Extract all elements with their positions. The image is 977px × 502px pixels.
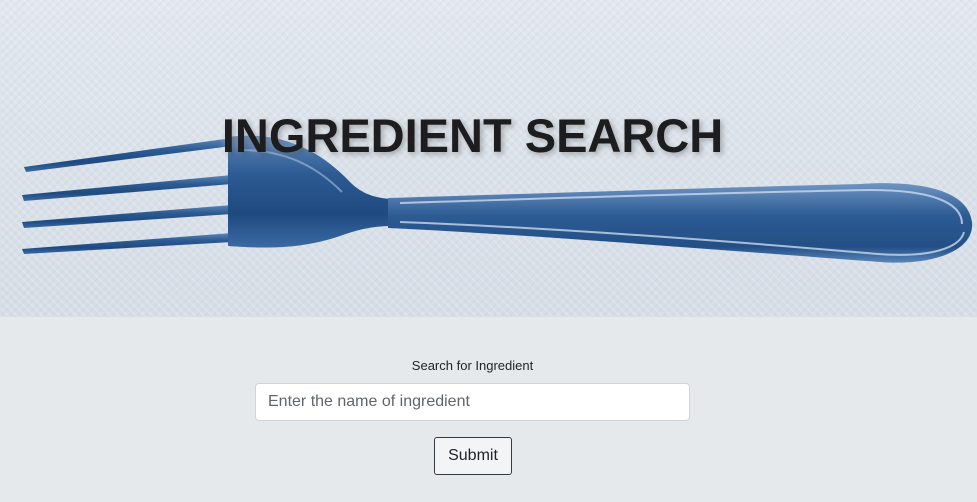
fork-tine bbox=[22, 233, 232, 254]
submit-button[interactable]: Submit bbox=[434, 437, 512, 475]
fork-tine bbox=[22, 175, 232, 201]
page-title: INGREDIENT SEARCH bbox=[221, 109, 724, 162]
search-label: Search for Ingredient bbox=[411, 358, 534, 373]
fork-tine bbox=[22, 205, 232, 228]
search-input[interactable] bbox=[255, 383, 690, 421]
search-section: Search for Ingredient Submit bbox=[0, 317, 977, 502]
hero-banner: INGREDIENT SEARCH bbox=[0, 0, 977, 317]
